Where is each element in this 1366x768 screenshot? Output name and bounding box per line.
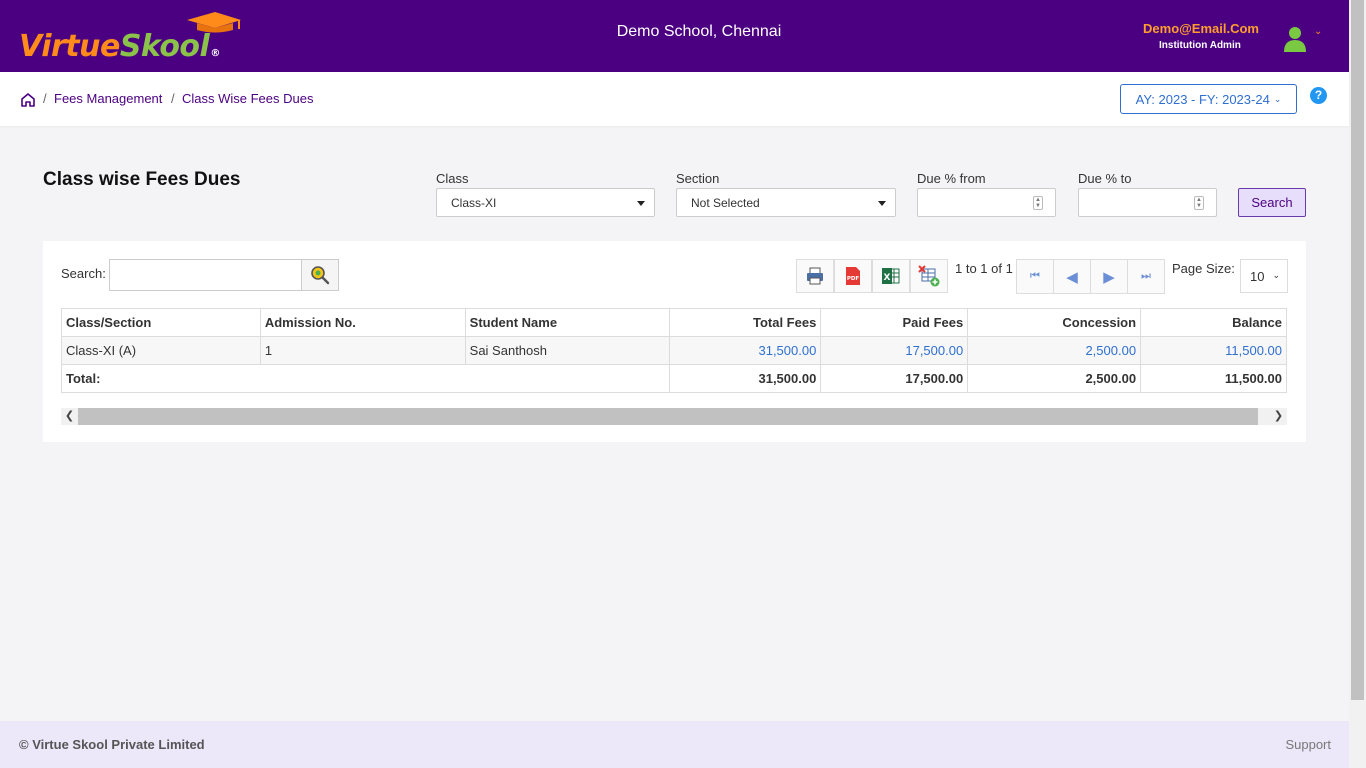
number-spinner-icon[interactable]: ▲ ▼ [1194, 196, 1204, 210]
logo-registered-mark: ® [210, 48, 220, 59]
chevron-down-icon: ⌄ [1272, 270, 1280, 280]
export-excel-button[interactable]: X [872, 259, 910, 293]
user-menu-chevron-down-icon[interactable]: ⌄ [1314, 26, 1322, 37]
first-page-button[interactable]: ⏮ [1016, 259, 1054, 294]
copyright-text: © Virtue Skool Private Limited [19, 737, 205, 752]
column-header-student-name[interactable]: Student Name [464, 308, 671, 337]
breadcrumb-class-wise-fees-dues: Class Wise Fees Dues [182, 91, 314, 106]
number-spinner-icon[interactable]: ▲ ▼ [1033, 196, 1043, 210]
export-pdf-button[interactable]: PDF [834, 259, 872, 293]
class-select[interactable]: Class-XI [436, 188, 655, 217]
home-icon[interactable] [20, 92, 36, 108]
excel-icon: X [882, 268, 900, 284]
class-select-value: Class-XI [451, 196, 497, 210]
class-label: Class [436, 171, 469, 186]
due-from-input[interactable]: ▲ ▼ [917, 188, 1056, 217]
breadcrumb-separator: / [171, 91, 175, 106]
table-total-row: Total: 31,500.00 17,500.00 2,500.00 11,5… [60, 364, 1287, 393]
cell-student-name: Sai Santhosh [464, 336, 671, 365]
page-scrollbar[interactable] [1349, 0, 1366, 768]
breadcrumb-fees-management[interactable]: Fees Management [54, 91, 162, 106]
column-header-admission-no[interactable]: Admission No. [259, 308, 466, 337]
column-chooser-button[interactable] [910, 259, 948, 293]
column-header-paid-fees[interactable]: Paid Fees [820, 308, 969, 337]
last-page-button[interactable]: ⏭ [1127, 259, 1165, 294]
pager-summary: 1 to 1 of 1 [955, 261, 1013, 276]
last-page-icon: ⏭ [1141, 270, 1151, 282]
first-page-icon: ⏮ [1030, 270, 1040, 282]
column-header-concession[interactable]: Concession [967, 308, 1142, 337]
user-role: Institution Admin [1159, 40, 1241, 51]
footer: © Virtue Skool Private Limited Support [0, 721, 1349, 768]
page-size-label: Page Size: [1172, 261, 1235, 276]
due-to-label: Due % to [1078, 171, 1132, 186]
top-header: VirtueSkool® Demo School, Chennai Demo@E… [0, 0, 1349, 72]
cell-total-fees-link[interactable]: 31,500.00 [669, 336, 822, 365]
grid-search-button[interactable] [301, 259, 339, 291]
chevron-down-icon: ⌄ [1273, 93, 1282, 104]
column-header-total-fees[interactable]: Total Fees [669, 308, 822, 337]
help-icon[interactable]: ? [1310, 87, 1327, 104]
column-header-balance[interactable]: Balance [1140, 308, 1287, 337]
pdf-icon: PDF [846, 267, 860, 285]
magnifier-search-icon [311, 266, 330, 285]
caret-down-icon [878, 201, 886, 206]
column-header-class-section[interactable]: Class/Section [61, 308, 261, 337]
total-label: Total: [60, 364, 671, 393]
search-button[interactable]: Search [1238, 188, 1306, 217]
scroll-left-arrow-icon[interactable]: ❮ [61, 408, 78, 425]
cell-admission-no: 1 [259, 336, 466, 365]
page-title: Class wise Fees Dues [43, 169, 241, 190]
breadcrumb-separator: / [43, 91, 47, 106]
grid-search-input[interactable] [109, 259, 302, 291]
table-horizontal-scrollbar[interactable]: ❮ ❯ [61, 408, 1287, 425]
printer-icon [807, 267, 823, 285]
section-select[interactable]: Not Selected [676, 188, 896, 217]
total-balance: 11,500.00 [1140, 364, 1287, 393]
due-from-label: Due % from [917, 171, 986, 186]
cell-class-section: Class-XI (A) [61, 336, 261, 365]
table-scrollbar-thumb[interactable] [78, 408, 1258, 425]
grid-add-column-icon [918, 265, 940, 287]
print-button[interactable] [796, 259, 834, 293]
table-header-row: Class/Section Admission No. Student Name… [61, 308, 1287, 337]
scroll-right-arrow-icon[interactable]: ❯ [1270, 408, 1287, 425]
next-page-button[interactable]: ▶ [1090, 259, 1128, 294]
academic-year-selector[interactable]: AY: 2023 - FY: 2023-24 ⌄ [1120, 84, 1297, 114]
breadcrumb-bar: / Fees Management / Class Wise Fees Dues… [0, 72, 1349, 126]
svg-text:PDF: PDF [847, 276, 860, 282]
fees-dues-table: Class/Section Admission No. Student Name… [60, 308, 1287, 393]
user-avatar-icon[interactable] [1283, 25, 1307, 53]
total-concession: 2,500.00 [967, 364, 1142, 393]
section-label: Section [676, 171, 720, 186]
page-size-value: 10 [1250, 269, 1265, 284]
cell-concession-link[interactable]: 2,500.00 [967, 336, 1142, 365]
next-page-icon: ▶ [1103, 268, 1115, 286]
support-link[interactable]: Support [1285, 737, 1331, 752]
section-select-value: Not Selected [691, 196, 760, 210]
total-paid-fees: 17,500.00 [820, 364, 969, 393]
previous-page-icon: ◀ [1066, 268, 1078, 286]
caret-down-icon [637, 201, 645, 206]
grid-search-label: Search: [61, 266, 106, 281]
due-to-input[interactable]: ▲ ▼ [1078, 188, 1217, 217]
user-email[interactable]: Demo@Email.Com [1143, 21, 1259, 36]
cell-paid-fees-link[interactable]: 17,500.00 [820, 336, 969, 365]
academic-year-label: AY: 2023 - FY: 2023-24 [1135, 91, 1270, 107]
previous-page-button[interactable]: ◀ [1053, 259, 1091, 294]
table-row[interactable]: Class-XI (A) 1 Sai Santhosh 31,500.00 17… [61, 336, 1287, 365]
svg-text:X: X [884, 273, 891, 283]
page-scrollbar-thumb[interactable] [1351, 0, 1364, 700]
page-size-select[interactable]: 10 ⌄ [1240, 259, 1288, 293]
total-total-fees: 31,500.00 [669, 364, 822, 393]
cell-balance-link[interactable]: 11,500.00 [1140, 336, 1287, 365]
